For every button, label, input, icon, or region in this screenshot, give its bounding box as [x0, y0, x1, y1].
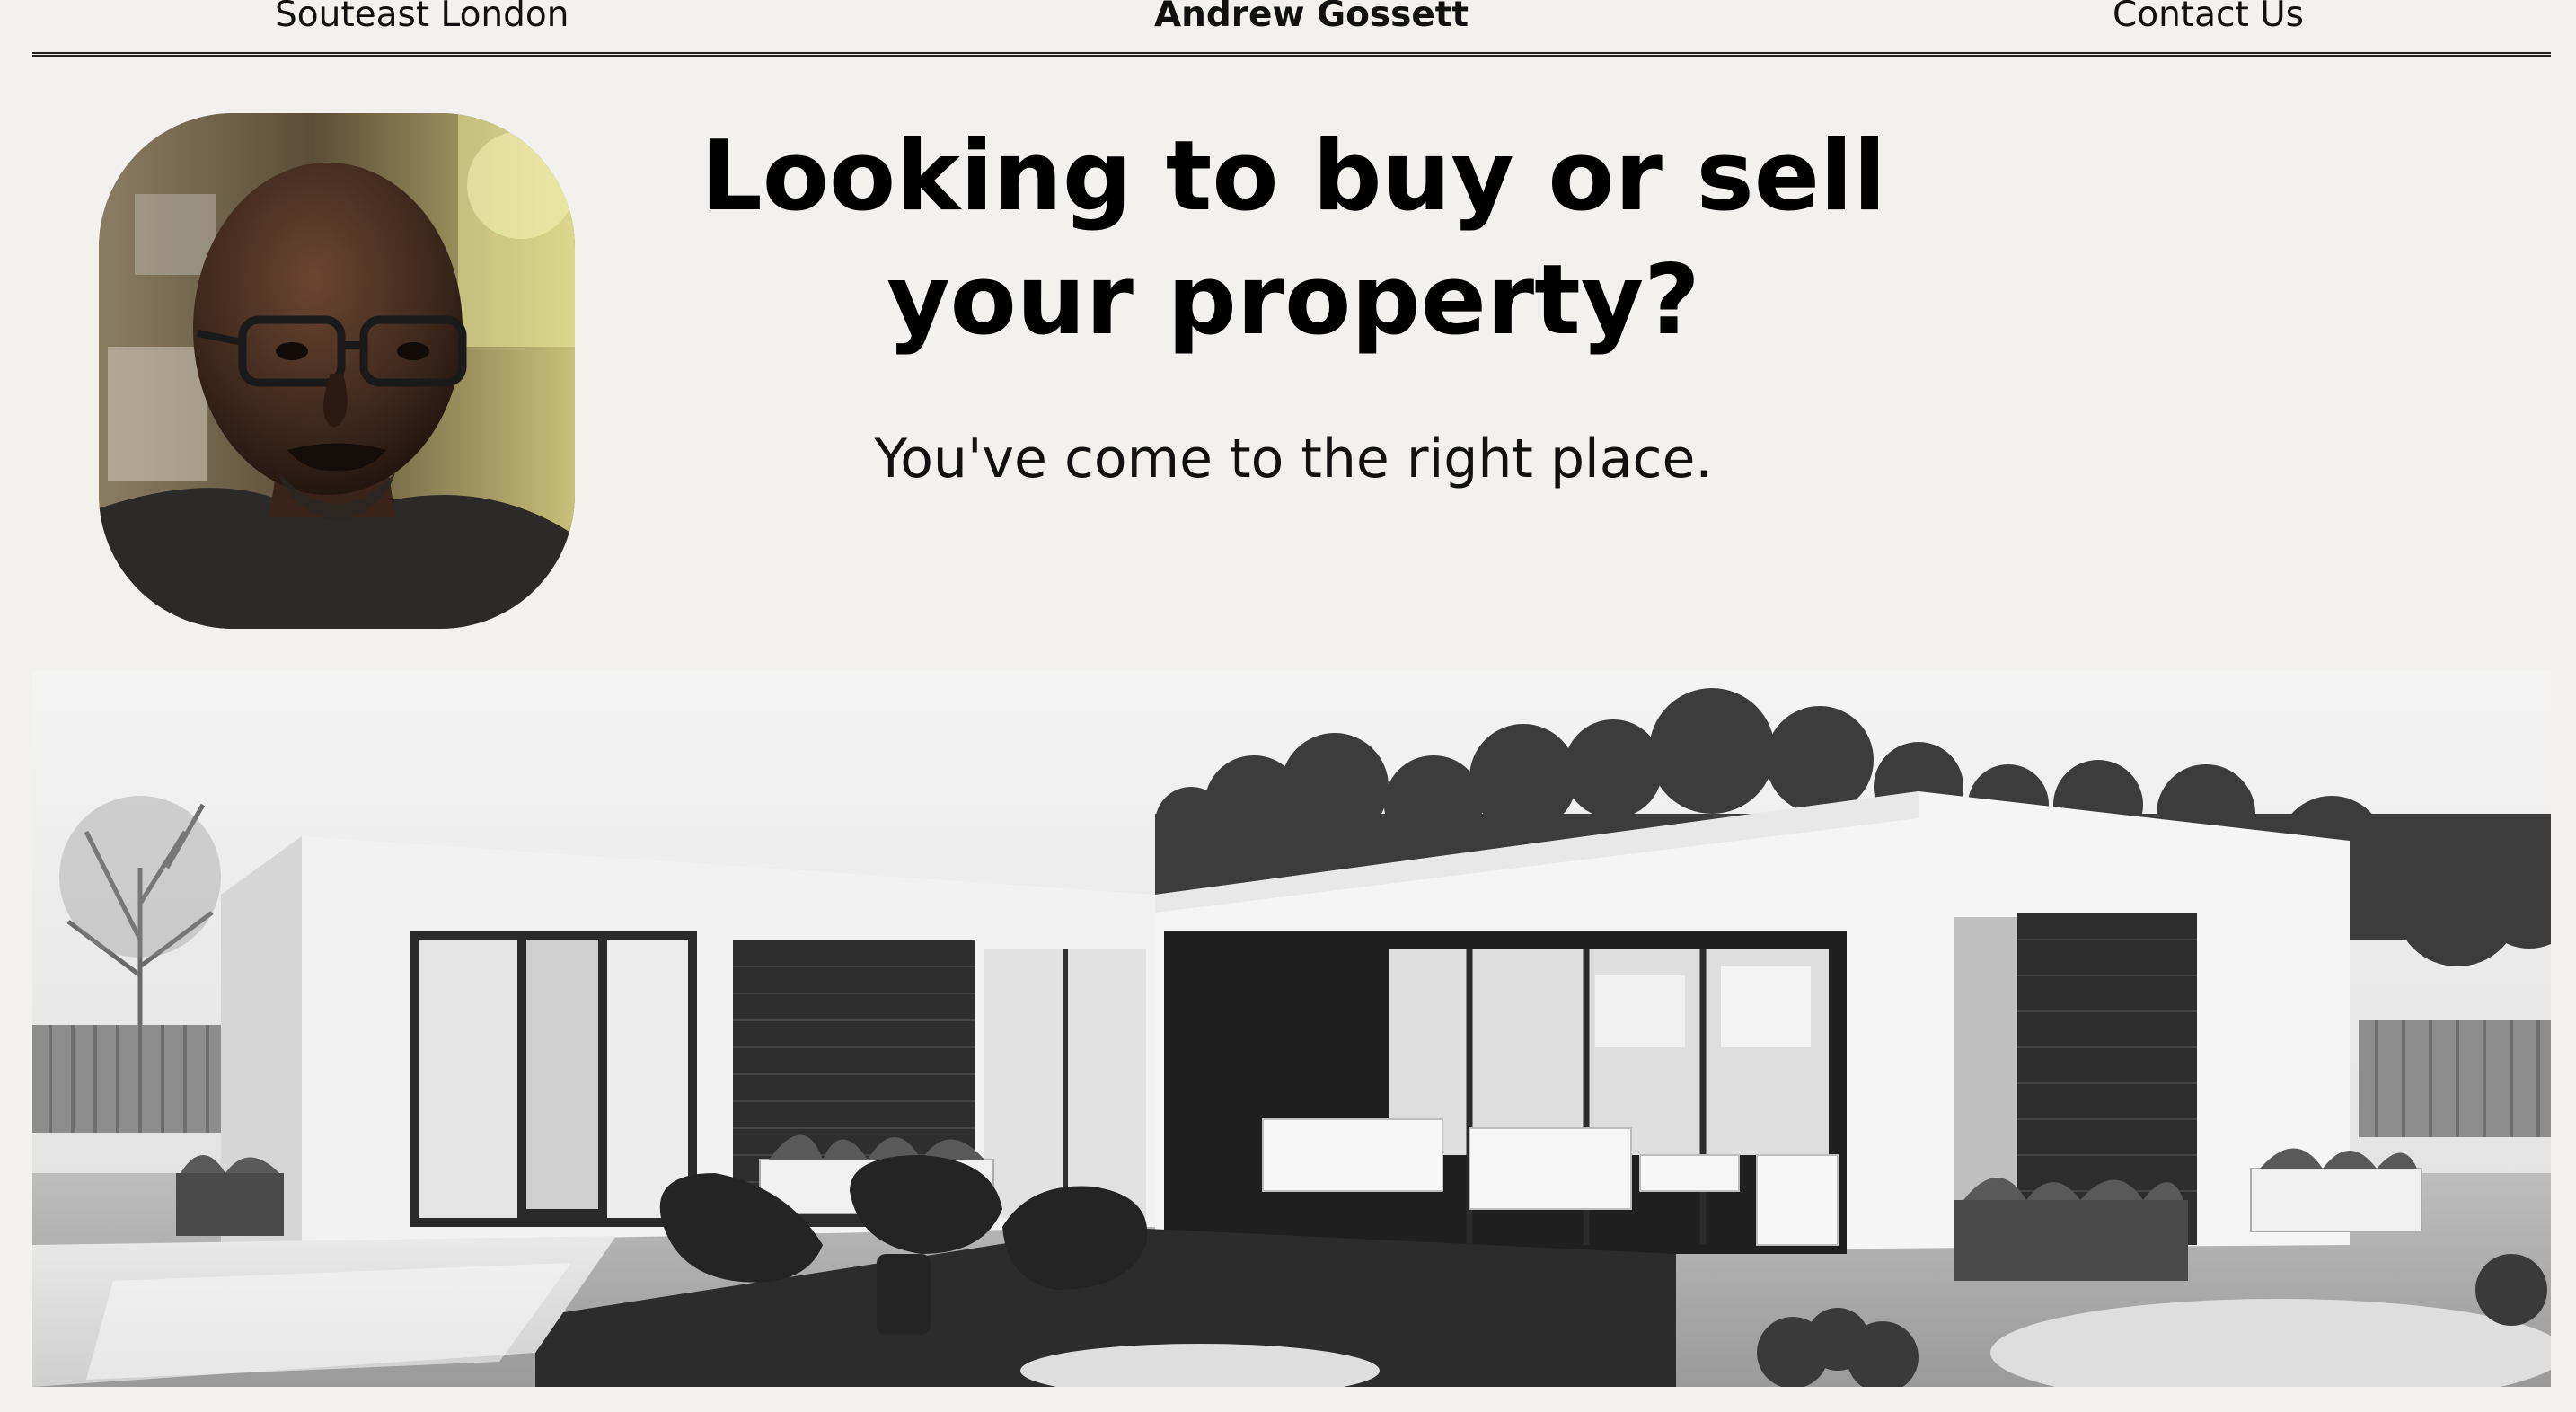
- hero-subtitle: You've come to the right place.: [874, 428, 1713, 490]
- house-banner-image: [32, 670, 2551, 1387]
- header-divider: [32, 52, 2551, 57]
- hero-title-line2: your property?: [887, 244, 1700, 357]
- hero-title: Looking to buy or sell your property?: [647, 115, 1940, 363]
- agent-portrait-image: [99, 113, 575, 629]
- brand-name[interactable]: Andrew Gossett: [0, 0, 2576, 35]
- hero-section: Looking to buy or sell your property? Yo…: [647, 115, 1940, 490]
- house-illustration: [32, 670, 2551, 1387]
- agent-portrait: [99, 113, 575, 629]
- hero-title-line1: Looking to buy or sell: [700, 120, 1887, 233]
